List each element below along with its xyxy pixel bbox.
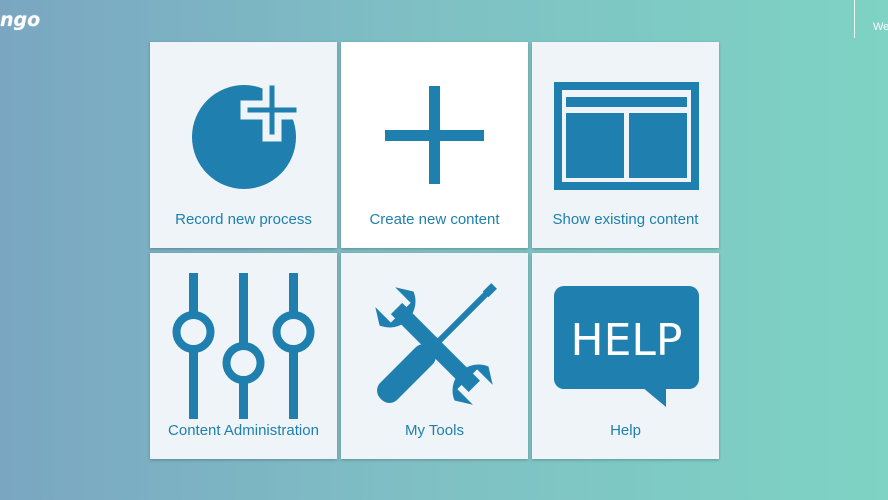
- tile-label: Record new process: [175, 211, 312, 228]
- tile-label: Create new content: [369, 211, 500, 228]
- tile-create-new-content[interactable]: Create new content: [341, 42, 528, 248]
- tile-my-tools[interactable]: My Tools: [341, 253, 528, 459]
- tile-record-new-process[interactable]: Record new process: [150, 42, 337, 248]
- header-user-greeting[interactable]: We: [873, 21, 888, 33]
- tile-label: My Tools: [405, 422, 464, 439]
- tile-show-existing-content[interactable]: Show existing content: [532, 42, 719, 248]
- tile-label: Content Administration: [168, 422, 319, 439]
- tile-help[interactable]: HELP Help: [532, 253, 719, 459]
- help-icon-text: HELP: [571, 315, 683, 366]
- tile-content-administration[interactable]: Content Administration: [150, 253, 337, 459]
- header-divider: [854, 0, 855, 38]
- tile-grid: Record new process Create new content Sh…: [150, 42, 721, 459]
- app-logo: ngo: [0, 9, 41, 31]
- tile-label: Help: [610, 422, 641, 439]
- tile-label: Show existing content: [552, 211, 699, 228]
